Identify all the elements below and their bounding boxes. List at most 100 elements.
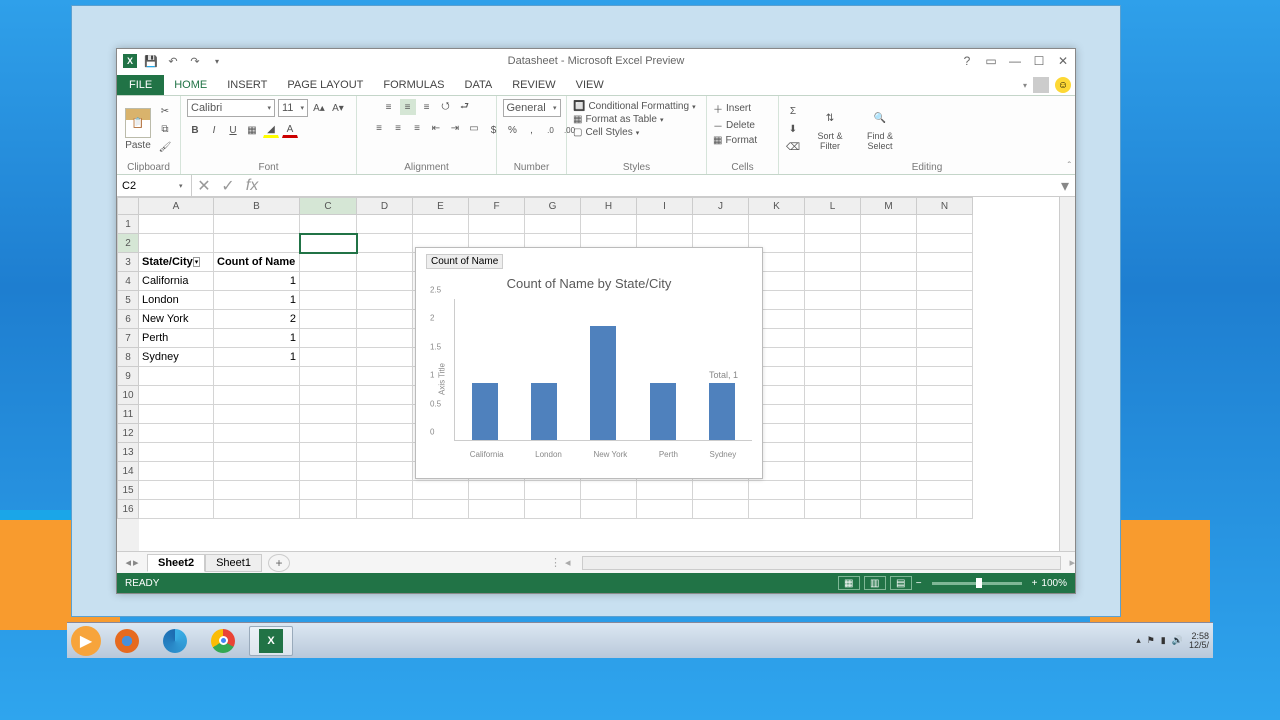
cell[interactable] [357, 310, 413, 329]
column-header[interactable]: M [861, 197, 917, 215]
name-box-dropdown-icon[interactable]: ▾ [175, 182, 187, 190]
cell[interactable] [917, 348, 973, 367]
shrink-font-icon[interactable]: A▾ [330, 100, 346, 116]
align-middle-icon[interactable]: ≡ [400, 99, 416, 115]
sort-filter-button[interactable]: ⇅Sort & Filter [809, 107, 851, 153]
cell[interactable]: 1 [214, 329, 300, 348]
border-button[interactable]: ▦ [244, 122, 260, 138]
cell[interactable] [214, 424, 300, 443]
cell[interactable] [749, 481, 805, 500]
cell[interactable] [139, 462, 214, 481]
cell[interactable] [861, 481, 917, 500]
percent-icon[interactable]: % [505, 122, 521, 138]
zoom-out-button[interactable]: − [916, 578, 922, 589]
cell[interactable] [300, 405, 357, 424]
add-sheet-button[interactable]: + [268, 554, 290, 572]
redo-icon[interactable]: ↷ [187, 53, 203, 69]
cell[interactable] [917, 291, 973, 310]
column-header[interactable]: G [525, 197, 581, 215]
cell[interactable] [917, 405, 973, 424]
delete-cells-button[interactable]: －Delete [713, 118, 755, 133]
cell[interactable] [805, 386, 861, 405]
row-header[interactable]: 4 [117, 272, 139, 291]
tab-review[interactable]: REVIEW [502, 75, 565, 95]
cell[interactable] [214, 367, 300, 386]
zoom-slider[interactable] [932, 582, 1022, 585]
cell[interactable] [300, 272, 357, 291]
cell[interactable]: California [139, 272, 214, 291]
font-color-button[interactable]: A [282, 122, 298, 138]
format-painter-icon[interactable]: 🖌 [157, 140, 173, 156]
font-name-select[interactable]: Calibri▾ [187, 99, 275, 117]
column-header[interactable]: L [805, 197, 861, 215]
find-select-button[interactable]: 🔍Find & Select [859, 107, 901, 153]
cell[interactable]: 1 [214, 291, 300, 310]
qat-customize-icon[interactable]: ▾ [209, 53, 225, 69]
zoom-in-button[interactable]: + [1032, 578, 1038, 589]
cell[interactable] [300, 234, 357, 253]
sheet-nav-buttons[interactable]: ◂▸ [117, 556, 147, 569]
cell[interactable]: State/City ▾ [139, 253, 214, 272]
ribbon-display-button[interactable]: ▭ [979, 49, 1003, 73]
cell[interactable] [139, 500, 214, 519]
taskbar-chrome[interactable] [201, 626, 245, 656]
cell[interactable] [805, 481, 861, 500]
cell[interactable] [917, 462, 973, 481]
maximize-button[interactable]: ☐ [1027, 49, 1051, 73]
normal-view-button[interactable]: ▦ [838, 576, 860, 590]
cell[interactable]: Sydney [139, 348, 214, 367]
cell[interactable] [637, 481, 693, 500]
cell[interactable] [357, 367, 413, 386]
cell[interactable] [413, 215, 469, 234]
cell[interactable] [861, 348, 917, 367]
cell[interactable] [357, 329, 413, 348]
column-header[interactable]: K [749, 197, 805, 215]
format-cells-button[interactable]: ▦Format [713, 135, 757, 146]
cell[interactable] [861, 234, 917, 253]
feedback-icon[interactable]: ☺ [1055, 77, 1071, 93]
cell[interactable] [357, 500, 413, 519]
formula-input[interactable] [264, 180, 1055, 192]
cell[interactable] [917, 215, 973, 234]
cell[interactable] [214, 234, 300, 253]
cell[interactable] [637, 500, 693, 519]
align-right-icon[interactable]: ≡ [409, 120, 425, 136]
cell[interactable] [300, 481, 357, 500]
row-header[interactable]: 9 [117, 367, 139, 386]
cell[interactable] [139, 424, 214, 443]
cell[interactable]: 1 [214, 272, 300, 291]
close-button[interactable]: ✕ [1051, 49, 1075, 73]
cell[interactable]: Count of Name [214, 253, 300, 272]
cell[interactable] [805, 424, 861, 443]
cell[interactable] [214, 481, 300, 500]
row-header[interactable]: 6 [117, 310, 139, 329]
cell[interactable] [300, 424, 357, 443]
cell[interactable] [861, 215, 917, 234]
align-left-icon[interactable]: ≡ [371, 120, 387, 136]
merge-button[interactable]: ▭ [466, 120, 482, 136]
cell[interactable] [300, 329, 357, 348]
sheet-tab-sheet2[interactable]: Sheet2 [147, 554, 205, 572]
cell[interactable] [357, 405, 413, 424]
chart-bar[interactable] [650, 383, 676, 440]
increase-decimal-icon[interactable]: .0 [543, 122, 559, 138]
tab-insert[interactable]: INSERT [217, 75, 277, 95]
cell[interactable] [214, 405, 300, 424]
cell[interactable] [300, 291, 357, 310]
enter-formula-icon[interactable]: ✓ [216, 176, 240, 196]
cell[interactable] [693, 481, 749, 500]
cell[interactable] [917, 386, 973, 405]
column-header[interactable]: H [581, 197, 637, 215]
collapse-ribbon-icon[interactable]: ▾ [1023, 81, 1027, 90]
grow-font-icon[interactable]: A▴ [311, 100, 327, 116]
cell[interactable] [357, 386, 413, 405]
horizontal-scrollbar[interactable] [582, 556, 1061, 570]
cell[interactable] [525, 215, 581, 234]
cell[interactable] [861, 405, 917, 424]
cell[interactable] [805, 462, 861, 481]
cell[interactable] [861, 462, 917, 481]
cell[interactable] [300, 500, 357, 519]
cell[interactable] [749, 500, 805, 519]
cell[interactable] [413, 500, 469, 519]
cell[interactable]: New York [139, 310, 214, 329]
